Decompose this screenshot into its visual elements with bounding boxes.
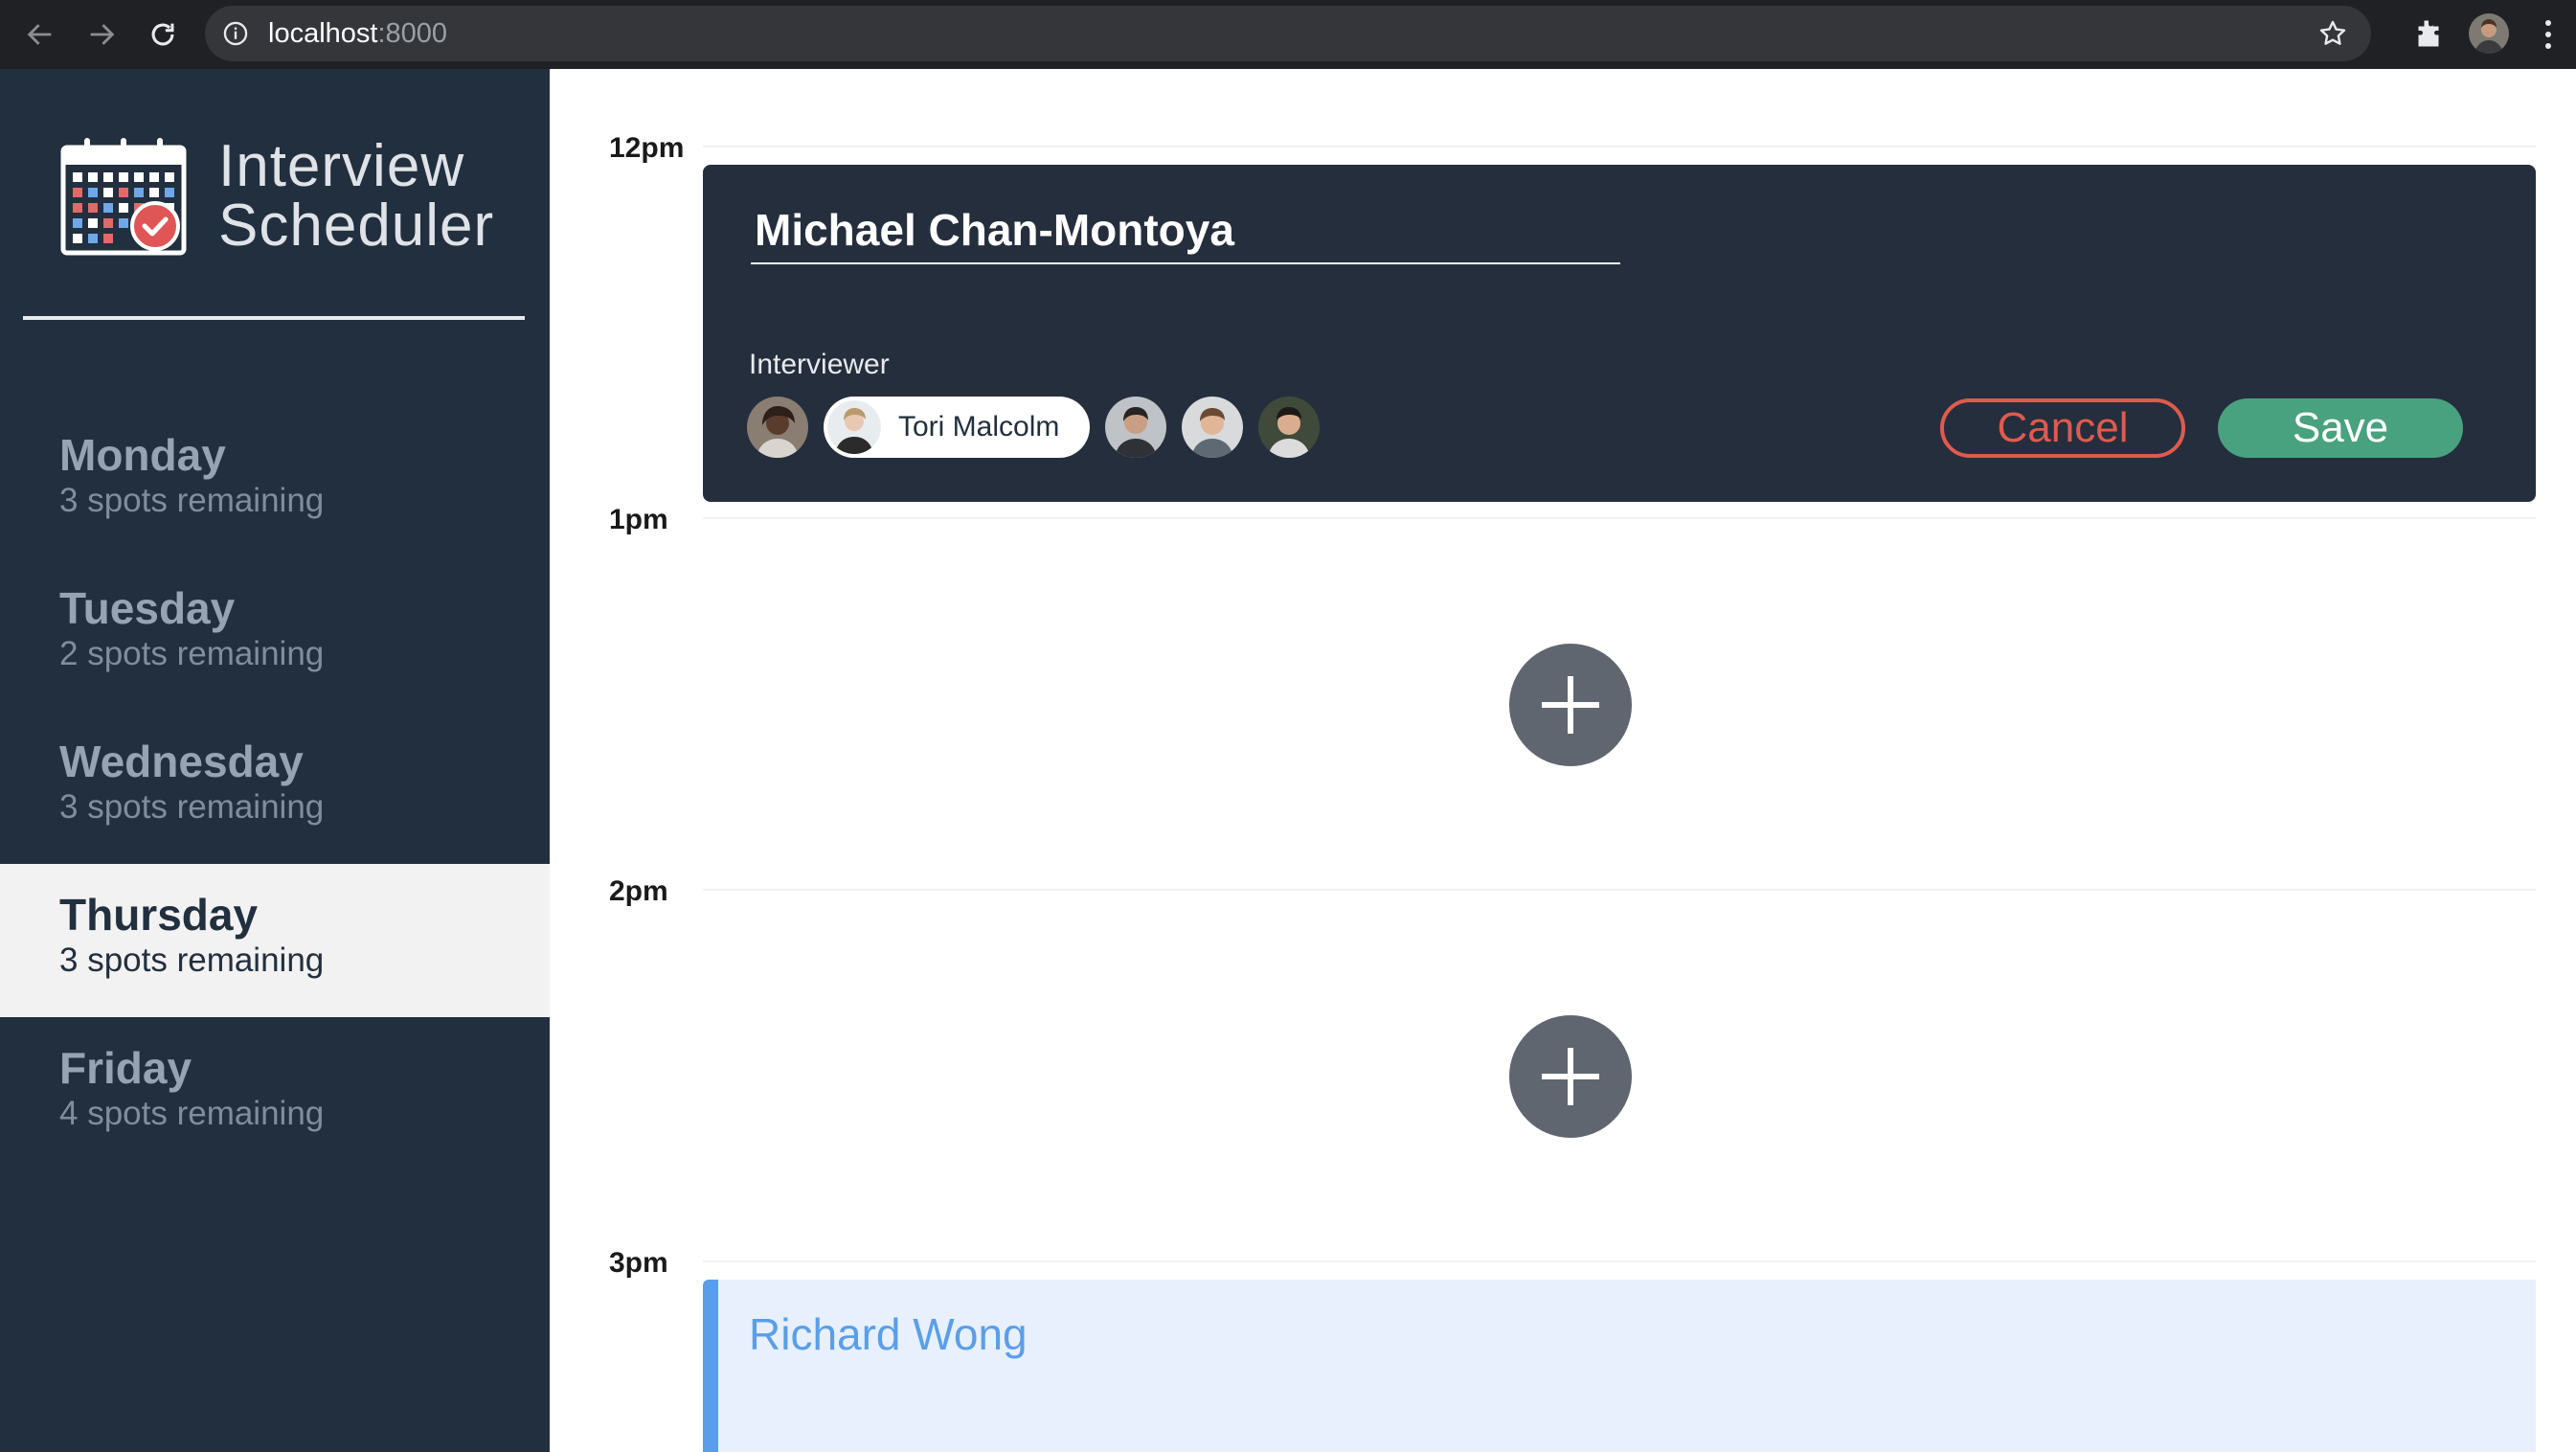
hour-divider [703,146,2536,147]
bookmark-star-icon[interactable] [2317,18,2348,49]
add-appointment-button[interactable] [1509,644,1632,766]
day-spots: 3 spots remaining [59,482,325,519]
address-bar[interactable]: localhost:8000 [205,6,2371,61]
info-icon[interactable] [222,20,249,47]
cancel-button[interactable]: Cancel [1940,398,2185,458]
forward-arrow-icon [90,24,115,45]
interviewer-selected[interactable]: Tori Malcolm [824,397,1091,458]
back-button[interactable] [19,13,61,56]
forward-button[interactable] [80,13,123,56]
day-name: Tuesday [59,583,236,633]
schedule: 12pm Interviewer Tori Malcolm [550,69,2576,1452]
profile-avatar[interactable] [2469,13,2509,54]
student-name-input[interactable] [751,203,1620,264]
time-label-2pm: 2pm [609,875,668,907]
day-spots: 2 spots remaining [59,635,325,672]
interviewer-avatar[interactable] [1258,397,1321,458]
day-name: Friday [59,1043,192,1093]
extensions-puzzle-icon[interactable] [2411,16,2446,51]
day-list: Monday 3 spots remaining Tuesday 2 spots… [0,404,550,1170]
save-button[interactable]: Save [2218,398,2463,458]
sidebar: Interview Scheduler Monday 3 spots remai… [0,69,550,1452]
interviewer-list: Tori Malcolm [747,397,1335,458]
hour-divider [703,517,2536,519]
day-name: Monday [59,430,226,480]
calendar-check-icon [60,138,187,256]
day-name: Thursday [59,890,259,940]
profile-photo-icon [2469,13,2509,54]
add-appointment-button[interactable] [1509,1015,1632,1138]
interviewer-photo-icon [747,397,808,458]
interviewer-photo-icon [1105,397,1167,458]
app-title-line1: Interview [218,133,465,199]
interviewer-avatar-selected [827,400,881,454]
time-label-12pm: 12pm [609,132,685,164]
reload-button[interactable] [142,13,184,56]
day-item-tuesday[interactable]: Tuesday 2 spots remaining [0,557,550,711]
day-item-friday[interactable]: Friday 4 spots remaining [0,1017,550,1170]
booked-appointment[interactable]: Richard Wong [703,1280,2536,1452]
url-text: localhost:8000 [268,17,447,50]
sidebar-divider [23,316,525,320]
plus-icon [1542,1048,1599,1105]
reload-icon [151,23,174,46]
browser-toolbar: localhost:8000 [0,0,2576,69]
time-label-3pm: 3pm [609,1247,668,1279]
interviewer-avatar[interactable] [747,397,808,458]
back-arrow-icon [27,24,52,45]
interviewer-label: Interviewer [749,349,890,380]
app-title: Interview Scheduler [218,137,494,256]
day-spots: 4 spots remaining [59,1095,325,1132]
interviewer-photo-icon [827,400,881,454]
kebab-menu-icon[interactable] [2538,15,2559,54]
interviewer-photo-icon [1182,397,1244,458]
interviewer-avatar[interactable] [1105,397,1167,458]
interviewer-avatar[interactable] [1182,397,1244,458]
appointment-form: Interviewer Tori Malcolm Cancel Save [703,165,2536,502]
time-label-1pm: 1pm [609,504,668,535]
app-logo: Interview Scheduler [59,136,494,257]
url-port: :8000 [377,18,448,49]
plus-icon [1542,676,1599,734]
url-host: localhost [268,18,378,49]
hour-divider [703,1260,2536,1262]
day-item-wednesday[interactable]: Wednesday 3 spots remaining [0,711,550,864]
interviewer-photo-icon [1258,397,1321,458]
appointment-student-name: Richard Wong [749,1309,1028,1359]
day-item-thursday[interactable]: Thursday 3 spots remaining [0,864,550,1017]
interviewer-name: Tori Malcolm [898,411,1060,442]
day-spots: 3 spots remaining [59,788,325,826]
day-item-monday[interactable]: Monday 3 spots remaining [0,404,550,557]
day-name: Wednesday [59,737,304,786]
hour-divider [703,889,2536,891]
day-spots: 3 spots remaining [59,942,325,979]
app-title-line2: Scheduler [218,193,495,259]
